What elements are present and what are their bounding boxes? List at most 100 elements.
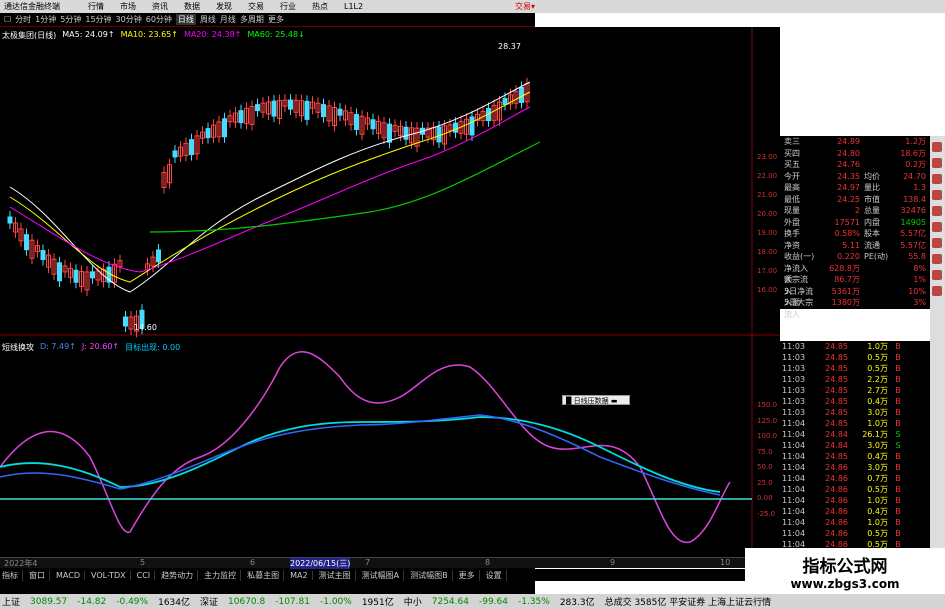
index-v: 7254.64 [431, 596, 469, 607]
period-tab[interactable]: 5分钟 [60, 14, 81, 25]
quote-cell: 24.80 [837, 148, 860, 158]
period-tab[interactable]: 月线 [220, 14, 236, 25]
quote-row: 买四 24.80 18.6万 [780, 148, 930, 160]
quote-row: 大宗流入 86.7万 1% [780, 274, 930, 296]
indicator-tab[interactable]: 趋势动力 [161, 569, 199, 581]
tool-icon[interactable] [932, 142, 942, 152]
axis-tick: 50.0 [757, 463, 773, 471]
index-label[interactable]: 上证 [2, 595, 20, 608]
trade-menu[interactable]: 交易▾ [515, 0, 535, 13]
menu-item[interactable]: 资讯 [152, 0, 168, 13]
trade-cell: B [895, 364, 901, 373]
period-tab[interactable]: 周线 [200, 14, 216, 25]
tool-icon[interactable] [932, 174, 942, 184]
quote-row: 换手 0.58% 股本 5.57亿 [780, 228, 930, 240]
indicator-tab[interactable]: 主力监控 [204, 569, 242, 581]
menu-item[interactable]: 热点 [312, 0, 328, 13]
candle [73, 269, 79, 283]
title-bar: 通达信金融终端 行情 市场 资讯 数据 发现 交易 行业 热点 L1L2 交易▾ [0, 0, 945, 13]
period-tab[interactable]: 多周期 [240, 14, 264, 25]
menu-item[interactable]: 发现 [216, 0, 232, 13]
indicator-tab[interactable]: 指标 [2, 569, 23, 581]
tool-icon[interactable] [932, 254, 942, 264]
quote-cell: 5日大宗流入 [784, 298, 814, 319]
ma10-label: MA10: 23.65↑ [120, 30, 178, 39]
indicator-tab[interactable]: 设置 [486, 569, 507, 581]
menu-item[interactable]: 行业 [280, 0, 296, 13]
indicator-tab[interactable]: MA2 [290, 570, 313, 580]
trade-cell: 0.4万 [867, 397, 888, 406]
period-tab[interactable]: 分时 [15, 14, 31, 25]
period-tab[interactable]: 15分钟 [85, 14, 111, 25]
indicator-tab[interactable]: 测试主图 [319, 569, 356, 581]
candle [255, 104, 260, 112]
trade-cell: B [895, 452, 901, 461]
quote-cell: 净资 [784, 240, 800, 250]
tool-icon[interactable] [932, 206, 942, 216]
quote-cell: 最高 [784, 183, 800, 192]
trade-list: 11:03 24.85 1.0万 B 11:03 24.85 0.5万 B 11:03 24.85… [780, 341, 930, 550]
trade-cell: 11:04 [782, 485, 806, 494]
trade-cell: 2.7万 [867, 386, 888, 395]
index-label[interactable]: 中小 [404, 595, 422, 608]
menu-item[interactable]: L1L2 [344, 0, 363, 13]
trade-row: 11:04 24.84 3.0万 S [780, 440, 930, 451]
tool-icon[interactable] [932, 286, 942, 296]
trade-row: 11:04 24.86 3.0万 B [780, 462, 930, 473]
trade-row: 11:04 24.85 0.4万 B [780, 451, 930, 462]
tool-icon[interactable] [932, 222, 942, 232]
trade-cell: 24.85 [825, 408, 848, 417]
trade-cell: 11:03 [782, 342, 806, 351]
axis-tick: 20.00 [757, 210, 778, 218]
trade-cell: 11:04 [782, 463, 806, 472]
indicator-tab[interactable]: 测试幅图B [410, 569, 453, 581]
candle [436, 126, 442, 143]
axis-tick: 150.0 [757, 401, 778, 409]
quote-cell [860, 286, 896, 298]
period-tab[interactable]: 更多 [268, 14, 284, 25]
period-tab[interactable]: 1分钟 [35, 14, 56, 25]
quote-cell: 138.4 [903, 194, 926, 204]
high-price-label: 28.37 [498, 42, 521, 51]
index-v: 10670.8 [228, 596, 266, 607]
candle [222, 118, 227, 138]
trade-cell: B [895, 463, 901, 472]
tool-icon[interactable] [932, 270, 942, 280]
quote-cell: 内盘 [864, 217, 880, 227]
indicator-tab[interactable]: 私募主图 [247, 569, 285, 581]
index-label[interactable]: 深证 [200, 595, 218, 608]
menu-item[interactable]: 行情 [88, 0, 104, 13]
quote-cell: 1.3 [913, 183, 926, 192]
tool-icon[interactable] [932, 190, 942, 200]
trade-cell: 2.2万 [867, 375, 888, 384]
quote-cell: 5日净流入额 [784, 286, 814, 308]
period-tab[interactable]: 日线 [175, 14, 196, 25]
indicator-tab[interactable]: 窗口 [29, 569, 50, 581]
indicator-tab[interactable]: 更多 [459, 569, 480, 581]
quote-cell: 5361万 [831, 286, 860, 296]
indicator-tab[interactable]: MACD [56, 570, 85, 580]
quote-cell: 3% [913, 298, 926, 307]
menu-item[interactable]: 数据 [184, 0, 200, 13]
tool-icon[interactable] [932, 158, 942, 168]
d-label: D: 7.49↑ [40, 342, 76, 351]
candle [123, 316, 128, 327]
axis-tick: 16.00 [757, 286, 778, 294]
indicator-tab[interactable]: VOL-TDX [91, 570, 131, 580]
right-sidebar-tools [930, 136, 945, 576]
chart-area[interactable] [0, 27, 780, 557]
axis-tick: 100.0 [757, 432, 778, 440]
trade-row: 11:04 24.86 1.0万 B [780, 517, 930, 528]
menu-item[interactable]: 交易 [248, 0, 264, 13]
indicator-tab[interactable]: 测试幅图A [362, 569, 405, 581]
tool-icon[interactable] [932, 238, 942, 248]
menu-item[interactable]: 市场 [120, 0, 136, 13]
indicator-tab[interactable]: CCI [137, 570, 156, 580]
date-tick: 7 [365, 558, 371, 567]
target-label: 目标出现: 0.00 [125, 343, 181, 352]
period-tab[interactable]: ☐ [4, 15, 11, 24]
period-tab[interactable]: 60分钟 [146, 14, 172, 25]
ma-legend: 太极集团(日线) MA5: 24.09↑ MA10: 23.65↑ MA20: … [2, 30, 305, 41]
candle [337, 108, 343, 116]
period-tab[interactable]: 30分钟 [116, 14, 142, 25]
